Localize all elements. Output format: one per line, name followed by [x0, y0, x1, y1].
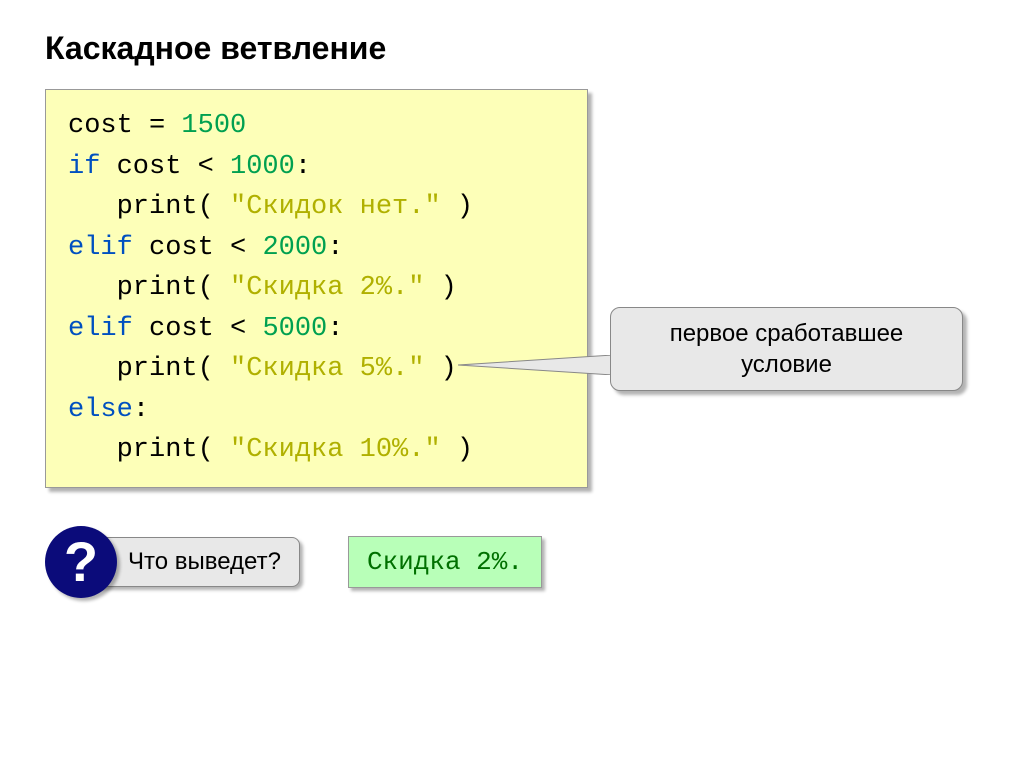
- slide-title: Каскадное ветвление: [45, 30, 979, 67]
- code-line-9: print( "Скидка 10%." ): [68, 430, 565, 471]
- code-eq: =: [133, 111, 182, 141]
- code-line-1: cost = 1500: [68, 106, 565, 147]
- code-line-8: else:: [68, 390, 565, 431]
- code-line-3: print( "Скидок нет." ): [68, 187, 565, 228]
- code-num: 2000: [262, 233, 327, 263]
- code-line-2: if cost < 1000:: [68, 147, 565, 188]
- code-expr: cost <: [100, 152, 230, 182]
- code-paren: ): [441, 435, 473, 465]
- code-keyword-elif: elif: [68, 314, 133, 344]
- code-string: "Скидка 2%.": [230, 273, 424, 303]
- code-fn: print: [117, 273, 198, 303]
- code-num: 1500: [181, 111, 246, 141]
- code-colon: :: [133, 395, 149, 425]
- code-string: "Скидка 10%.": [230, 435, 441, 465]
- code-num: 5000: [262, 314, 327, 344]
- code-line-5: print( "Скидка 2%." ): [68, 268, 565, 309]
- callout-arrow-icon: [458, 355, 613, 375]
- code-expr: cost <: [133, 314, 263, 344]
- code-num: 1000: [230, 152, 295, 182]
- code-string: "Скидка 5%.": [230, 354, 424, 384]
- code-paren: ): [441, 192, 473, 222]
- code-keyword-if: if: [68, 152, 100, 182]
- code-paren: ): [424, 354, 456, 384]
- code-expr: cost <: [133, 233, 263, 263]
- code-paren: (: [198, 354, 230, 384]
- code-fn: print: [117, 354, 198, 384]
- code-paren: (: [198, 273, 230, 303]
- callout-box: первое сработавшее условие: [610, 307, 963, 391]
- code-keyword-elif: elif: [68, 233, 133, 263]
- code-colon: :: [295, 152, 311, 182]
- code-keyword-else: else: [68, 395, 133, 425]
- code-var: cost: [68, 111, 133, 141]
- question-mark-icon: ?: [45, 526, 117, 598]
- code-paren: (: [198, 435, 230, 465]
- code-string: "Скидок нет.": [230, 192, 441, 222]
- code-fn: print: [117, 192, 198, 222]
- code-colon: :: [327, 233, 343, 263]
- code-line-6: elif cost < 5000:: [68, 309, 565, 350]
- code-colon: :: [327, 314, 343, 344]
- code-paren: (: [198, 192, 230, 222]
- code-paren: ): [424, 273, 456, 303]
- code-block: cost = 1500 if cost < 1000: print( "Скид…: [45, 89, 588, 488]
- code-line-4: elif cost < 2000:: [68, 228, 565, 269]
- answer-box: Скидка 2%.: [348, 536, 542, 588]
- code-fn: print: [117, 435, 198, 465]
